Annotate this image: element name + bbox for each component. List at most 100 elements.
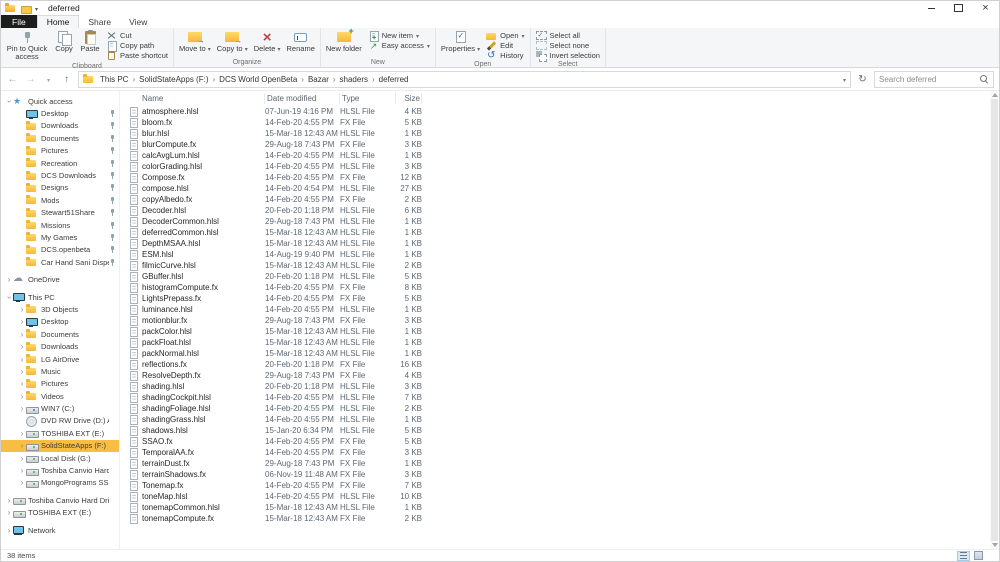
file-row[interactable]: ESM.hlsl 14-Aug-19 9:40 PM HLSL File 1 K… [122, 249, 999, 260]
file-row[interactable]: luminance.hlsl 14-Feb-20 4:55 PM HLSL Fi… [122, 304, 999, 315]
back-button[interactable] [6, 74, 19, 85]
scrollbar-thumb[interactable] [991, 99, 998, 541]
file-row[interactable]: blur.hlsl 15-Mar-18 12:43 AM HLSL File 1… [122, 128, 999, 139]
column-header-name[interactable]: Name [122, 93, 265, 104]
sidebar-item[interactable]: Toshiba Canvio Hard Drive (H:) [1, 464, 119, 476]
file-row[interactable]: terrainShadows.fx 06-Nov-19 11:48 AM FX … [122, 469, 999, 480]
file-row[interactable]: calcAvgLum.hlsl 14-Feb-20 4:55 PM HLSL F… [122, 150, 999, 161]
tab-share[interactable]: Share [79, 15, 120, 28]
expander-chevron-icon[interactable] [18, 379, 26, 388]
address-bar[interactable]: This PC SolidStateApps (F:) DCS World Op… [78, 70, 851, 88]
expander-chevron-icon[interactable] [5, 97, 13, 106]
file-row[interactable]: LightsPrepass.fx 14-Feb-20 4:55 PM FX Fi… [122, 293, 999, 304]
file-row[interactable]: colorGrading.hlsl 14-Feb-20 4:55 PM HLSL… [122, 161, 999, 172]
file-row[interactable]: tonemapCompute.fx 15-Mar-18 12:43 AM FX … [122, 513, 999, 524]
recent-locations-caret-icon[interactable] [42, 75, 55, 84]
minimize-button[interactable] [918, 1, 945, 15]
breadcrumb-item[interactable]: shaders [337, 75, 371, 84]
file-row[interactable]: shadingFoliage.hlsl 14-Feb-20 4:55 PM HL… [122, 403, 999, 414]
file-row[interactable]: shadingCockpit.hlsl 14-Feb-20 4:55 PM HL… [122, 392, 999, 403]
close-button[interactable] [972, 1, 999, 15]
rename-button[interactable]: Rename [285, 29, 317, 58]
breadcrumb-item[interactable]: This PC [97, 75, 131, 84]
sidebar-item[interactable]: Designs [1, 182, 119, 194]
sidebar-item[interactable]: Pictures [1, 145, 119, 157]
expander-chevron-icon[interactable] [18, 317, 26, 326]
expander-chevron-icon[interactable] [18, 441, 26, 450]
file-row[interactable]: DepthMSAA.hlsl 15-Mar-18 12:43 AM HLSL F… [122, 238, 999, 249]
breadcrumb-item[interactable]: DCS World OpenBeta [216, 75, 300, 84]
vertical-scrollbar[interactable] [990, 91, 999, 549]
forward-button[interactable] [24, 74, 37, 85]
file-row[interactable]: reflections.fx 20-Feb-20 1:18 PM FX File… [122, 359, 999, 370]
sidebar-item[interactable]: Car Hand Sani Dispenser [1, 256, 119, 268]
sidebar-item[interactable]: Stewart51Share [1, 207, 119, 219]
file-row[interactable]: shadingGrass.hlsl 14-Feb-20 4:55 PM HLSL… [122, 414, 999, 425]
sidebar-item[interactable]: Mods [1, 194, 119, 206]
pin-to-quick-access-button[interactable]: Pin to Quick access [4, 29, 50, 62]
file-row[interactable]: packColor.hlsl 15-Mar-18 12:43 AM HLSL F… [122, 326, 999, 337]
sidebar-item[interactable]: Network [1, 524, 119, 536]
expander-chevron-icon[interactable] [18, 342, 26, 351]
copy-button[interactable]: Copy [52, 29, 76, 62]
sidebar-item[interactable]: TOSHIBA EXT (E:) [1, 507, 119, 519]
expander-chevron-icon[interactable] [5, 526, 13, 535]
tab-file[interactable]: File [1, 15, 37, 28]
cut-button[interactable]: Cut [104, 31, 170, 40]
file-row[interactable]: TemporalAA.fx 14-Feb-20 4:55 PM FX File … [122, 447, 999, 458]
expander-chevron-icon[interactable] [18, 330, 26, 339]
sidebar-item[interactable]: Toshiba Canvio Hard Drive (H:) [1, 494, 119, 506]
file-row[interactable]: packFloat.hlsl 15-Mar-18 12:43 AM HLSL F… [122, 337, 999, 348]
copy-path-button[interactable]: Copy path [104, 40, 170, 52]
quick-access-toolbar-caret-icon[interactable] [35, 3, 38, 13]
quick-access-toolbar-icon[interactable] [21, 4, 32, 14]
invert-selection-button[interactable]: Invert selection [534, 50, 602, 62]
sidebar-item[interactable]: Downloads [1, 340, 119, 352]
sidebar-item[interactable]: TOSHIBA EXT (E:) [1, 427, 119, 439]
sidebar-item[interactable]: WIN7 (C:) [1, 402, 119, 414]
paste-shortcut-button[interactable]: Paste shortcut [104, 50, 170, 60]
sidebar-item[interactable]: Local Disk (G:) [1, 452, 119, 464]
sidebar-item[interactable]: Desktop [1, 316, 119, 328]
sidebar-item[interactable]: Music [1, 365, 119, 377]
search-box[interactable]: Search deferred [874, 70, 994, 88]
sidebar-item[interactable]: MongoPrograms SSD (Z:) [1, 477, 119, 489]
paste-button[interactable]: Paste [78, 29, 102, 62]
expander-chevron-icon[interactable] [18, 367, 26, 376]
column-header-size[interactable]: Size [396, 93, 422, 104]
expander-chevron-icon[interactable] [18, 454, 26, 463]
file-row[interactable]: bloom.fx 14-Feb-20 4:55 PM FX File 5 KB [122, 117, 999, 128]
properties-button[interactable]: Properties [439, 29, 482, 60]
copy-to-button[interactable]: Copy to [215, 29, 250, 58]
file-row[interactable]: Tonemap.fx 14-Feb-20 4:55 PM FX File 7 K… [122, 480, 999, 491]
address-dropdown-caret-icon[interactable] [843, 75, 846, 84]
file-row[interactable]: packNormal.hlsl 15-Mar-18 12:43 AM HLSL … [122, 348, 999, 359]
breadcrumb-item[interactable]: SolidStateApps (F:) [136, 75, 211, 84]
sidebar-item[interactable]: LG AirDrive [1, 353, 119, 365]
file-row[interactable]: motionblur.fx 29-Aug-18 7:43 PM FX File … [122, 315, 999, 326]
file-row[interactable]: histogramCompute.fx 14-Feb-20 4:55 PM FX… [122, 282, 999, 293]
sidebar-item[interactable]: OneDrive [1, 273, 119, 285]
expander-chevron-icon[interactable] [5, 496, 13, 505]
file-row[interactable]: terrainDust.fx 29-Aug-18 7:43 PM FX File… [122, 458, 999, 469]
column-header-type[interactable]: Type [340, 93, 396, 104]
select-all-button[interactable]: Select all [534, 31, 602, 40]
sidebar-item[interactable]: Recreation [1, 157, 119, 169]
details-view-button[interactable] [957, 550, 970, 561]
scroll-down-arrow-icon[interactable] [991, 543, 998, 547]
file-row[interactable]: Decoder.hlsl 20-Feb-20 1:18 PM HLSL File… [122, 205, 999, 216]
file-row[interactable]: shadows.hlsl 15-Jan-20 6:34 PM HLSL File… [122, 425, 999, 436]
file-row[interactable]: Compose.fx 14-Feb-20 4:55 PM FX File 12 … [122, 172, 999, 183]
up-button[interactable] [60, 74, 73, 85]
sidebar-item[interactable]: Documents [1, 132, 119, 144]
history-button[interactable]: History [484, 50, 526, 61]
file-row[interactable]: ResolveDepth.fx 29-Aug-18 7:43 PM FX Fil… [122, 370, 999, 381]
breadcrumb-item[interactable]: Bazar [305, 75, 332, 84]
new-item-button[interactable]: New item [366, 30, 432, 42]
sidebar-item[interactable]: Videos [1, 390, 119, 402]
sidebar-item[interactable]: DCS.openbeta [1, 244, 119, 256]
open-button[interactable]: Open [484, 31, 526, 40]
sidebar-item[interactable]: Quick access [1, 95, 119, 107]
new-folder-button[interactable]: New folder [324, 27, 364, 58]
expander-chevron-icon[interactable] [18, 478, 26, 487]
